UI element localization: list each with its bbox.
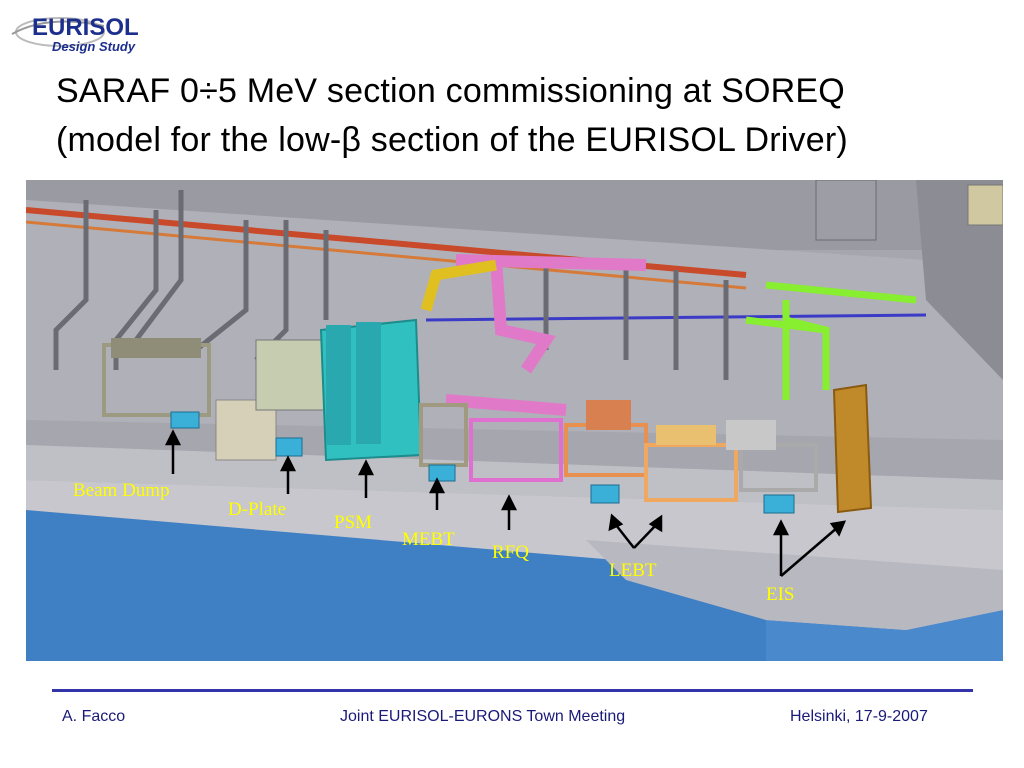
accelerator-3d-model	[26, 180, 1003, 661]
footer-divider	[52, 689, 973, 692]
eurisol-logo: EURISOL Design Study	[8, 8, 168, 56]
label-eis: EIS	[766, 584, 795, 605]
label-beam-dump: Beam Dump	[73, 480, 170, 501]
logo-subtitle: Design Study	[52, 39, 136, 54]
slide-title-line-2: (model for the low-β section of the EURI…	[56, 121, 848, 159]
slide-title-line-1: SARAF 0÷5 MeV section commissioning at S…	[56, 72, 845, 110]
eurisol-logo-graphic: EURISOL Design Study	[11, 14, 139, 54]
footer-event: Joint EURISOL-EURONS Town Meeting	[340, 708, 626, 725]
footer-place-date: Helsinki, 17-9-2007	[790, 708, 928, 725]
label-psm: PSM	[334, 512, 373, 533]
label-d-plate: D-Plate	[228, 499, 287, 520]
label-mebt: MEBT	[402, 529, 455, 550]
label-lebt: LEBT	[609, 560, 657, 581]
accelerator-model-drawing	[26, 180, 1003, 661]
logo-text: EURISOL	[32, 14, 139, 41]
label-rfq: RFQ	[492, 542, 529, 563]
footer-author: A. Facco	[62, 708, 126, 725]
